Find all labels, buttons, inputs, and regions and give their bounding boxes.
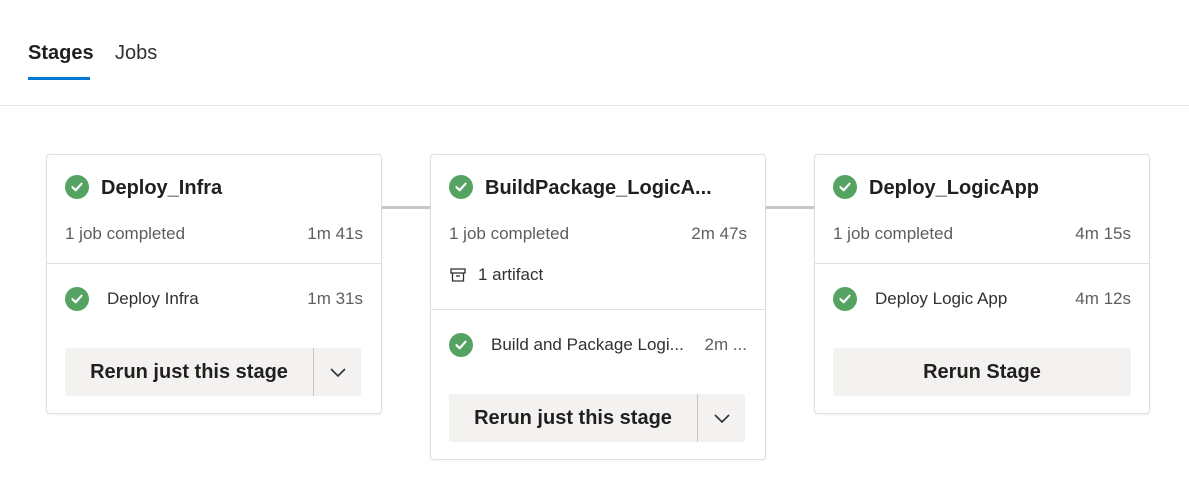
stage-title: Deploy_LogicApp xyxy=(869,177,1040,199)
job-duration: 2m ... xyxy=(704,335,747,354)
stage-connector xyxy=(765,206,815,209)
stage-header[interactable]: Deploy_Infra 1 job completed 1m 41s xyxy=(47,155,381,263)
stage-card-deploy-infra[interactable]: Deploy_Infra 1 job completed 1m 41s Depl… xyxy=(46,154,382,414)
active-tab-indicator xyxy=(28,77,90,80)
rerun-options-dropdown[interactable] xyxy=(698,394,745,442)
success-check-icon xyxy=(449,175,473,199)
rerun-options-dropdown[interactable] xyxy=(314,348,361,396)
job-name: Build and Package Logi... xyxy=(491,335,684,354)
rerun-stage-split-button: Rerun just this stage xyxy=(449,394,745,442)
tab-bar: Stages Jobs xyxy=(0,0,1189,106)
job-row-build-and-package[interactable]: Build and Package Logi... 2m ... xyxy=(431,310,765,378)
stage-header[interactable]: Deploy_LogicApp 1 job completed 4m 15s xyxy=(815,155,1149,263)
job-name: Deploy Logic App xyxy=(875,289,1008,308)
success-check-icon xyxy=(833,287,857,311)
job-row-deploy-infra[interactable]: Deploy Infra 1m 31s xyxy=(47,264,381,332)
tab-stages[interactable]: Stages xyxy=(28,40,94,66)
job-row-deploy-logic-app[interactable]: Deploy Logic App 4m 12s xyxy=(815,264,1149,332)
stage-connector xyxy=(381,206,431,209)
job-duration: 1m 31s xyxy=(307,289,363,308)
stage-jobs-status: 1 job completed xyxy=(65,224,186,243)
success-check-icon xyxy=(449,333,473,357)
rerun-stage-button[interactable]: Rerun just this stage xyxy=(65,348,313,396)
stage-duration: 4m 15s xyxy=(1075,224,1131,243)
stage-duration: 2m 47s xyxy=(691,224,747,243)
stage-title: Deploy_Infra xyxy=(101,177,223,199)
artifact-label: 1 artifact xyxy=(478,265,544,284)
rerun-stage-split-button: Rerun just this stage xyxy=(65,348,361,396)
success-check-icon xyxy=(65,287,89,311)
stage-jobs-status: 1 job completed xyxy=(833,224,954,243)
stage-card-buildpackage-logicapp[interactable]: BuildPackage_LogicA... 1 job completed 2… xyxy=(430,154,766,460)
tab-jobs[interactable]: Jobs xyxy=(115,40,157,66)
stage-duration: 1m 41s xyxy=(307,224,363,243)
job-name: Deploy Infra xyxy=(107,289,199,308)
artifact-icon xyxy=(450,268,466,282)
success-check-icon xyxy=(833,175,857,199)
rerun-stage-button[interactable]: Rerun Stage xyxy=(833,348,1131,396)
chevron-down-icon xyxy=(329,368,346,378)
stage-header[interactable]: BuildPackage_LogicA... 1 job completed 2… xyxy=(431,155,765,309)
job-duration: 4m 12s xyxy=(1075,289,1131,308)
chevron-down-icon xyxy=(713,414,730,424)
success-check-icon xyxy=(65,175,89,199)
stage-title: BuildPackage_LogicA... xyxy=(485,177,712,199)
artifact-link[interactable]: 1 artifact xyxy=(449,263,543,287)
stage-card-deploy-logicapp[interactable]: Deploy_LogicApp 1 job completed 4m 15s D… xyxy=(814,154,1150,414)
stage-jobs-status: 1 job completed xyxy=(449,224,570,243)
rerun-stage-button[interactable]: Rerun just this stage xyxy=(449,394,697,442)
